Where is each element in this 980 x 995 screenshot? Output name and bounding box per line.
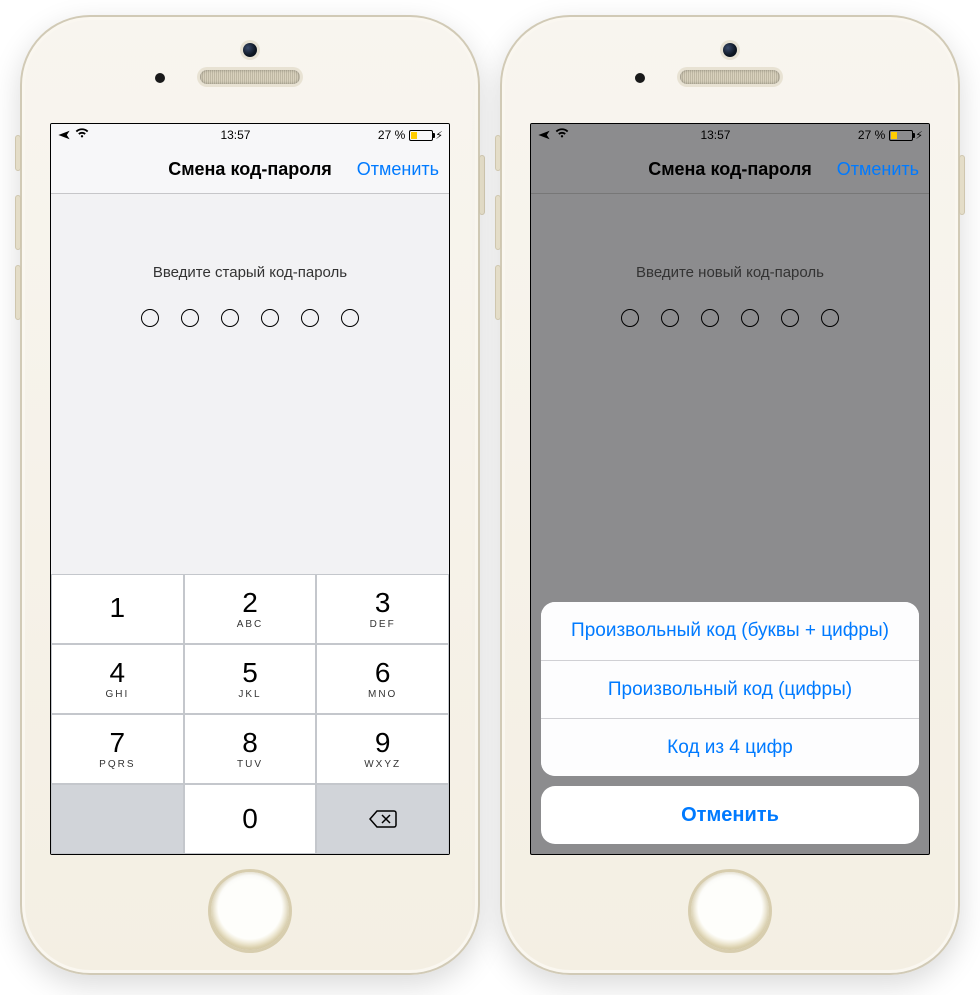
key-1[interactable]: 1 — [51, 574, 184, 644]
key-0[interactable]: 0 — [184, 784, 317, 854]
action-sheet: Произвольный код (буквы + цифры) Произво… — [541, 602, 919, 844]
proximity-sensor — [155, 73, 165, 83]
home-button[interactable] — [691, 872, 769, 950]
status-time: 13:57 — [700, 128, 730, 142]
option-numeric[interactable]: Произвольный код (цифры) — [541, 660, 919, 718]
home-button[interactable] — [211, 872, 289, 950]
passcode-prompt-area: Введите старый код-пароль — [51, 194, 449, 327]
passcode-dot — [621, 309, 639, 327]
passcode-dot — [341, 309, 359, 327]
passcode-dot — [741, 309, 759, 327]
key-5[interactable]: 5JKL — [184, 644, 317, 714]
key-6[interactable]: 6MNO — [316, 644, 449, 714]
backspace-icon — [368, 809, 398, 829]
mute-switch[interactable] — [15, 135, 21, 171]
passcode-prompt-area: Введите новый код-пароль — [531, 194, 929, 327]
earpiece-speaker — [200, 70, 300, 84]
passcode-dot — [781, 309, 799, 327]
nav-bar: Смена код-пароля Отменить — [531, 146, 929, 194]
volume-up-button[interactable] — [495, 195, 501, 250]
battery-icon: ⚡︎ — [407, 129, 443, 142]
airplane-mode-icon — [537, 128, 551, 142]
key-blank — [51, 784, 184, 854]
passcode-prompt: Введите старый код-пароль — [51, 264, 449, 281]
key-8[interactable]: 8TUV — [184, 714, 317, 784]
nav-cancel-button[interactable]: Отменить — [357, 159, 439, 180]
phone-frame-left: 13:57 27 % ⚡︎ Смена код-пароля Отменить … — [20, 15, 480, 975]
status-time: 13:57 — [220, 128, 250, 142]
volume-up-button[interactable] — [15, 195, 21, 250]
passcode-dot — [701, 309, 719, 327]
battery-text: 27 % — [378, 128, 405, 142]
phone-frame-right: 13:57 27 % ⚡︎ Смена код-пароля Отменить … — [500, 15, 960, 975]
passcode-dot — [821, 309, 839, 327]
front-camera — [723, 43, 737, 57]
passcode-dot — [661, 309, 679, 327]
front-camera — [243, 43, 257, 57]
nav-bar: Смена код-пароля Отменить — [51, 146, 449, 194]
battery-text: 27 % — [858, 128, 885, 142]
screen-left: 13:57 27 % ⚡︎ Смена код-пароля Отменить … — [50, 123, 450, 855]
battery-icon: ⚡︎ — [887, 129, 923, 142]
key-9[interactable]: 9WXYZ — [316, 714, 449, 784]
charging-icon: ⚡︎ — [435, 129, 443, 142]
key-3[interactable]: 3DEF — [316, 574, 449, 644]
charging-icon: ⚡︎ — [915, 129, 923, 142]
nav-title: Смена код-пароля — [648, 159, 812, 180]
passcode-dots — [531, 309, 929, 327]
status-bar: 13:57 27 % ⚡︎ — [51, 124, 449, 146]
passcode-dot — [301, 309, 319, 327]
numeric-keypad: 1 2ABC 3DEF 4GHI 5JKL 6MNO 7PQRS 8TUV 9W… — [51, 574, 449, 854]
passcode-dot — [141, 309, 159, 327]
key-4[interactable]: 4GHI — [51, 644, 184, 714]
power-button[interactable] — [479, 155, 485, 215]
passcode-dot — [181, 309, 199, 327]
wifi-icon — [555, 127, 569, 141]
mute-switch[interactable] — [495, 135, 501, 171]
screen-right: 13:57 27 % ⚡︎ Смена код-пароля Отменить … — [530, 123, 930, 855]
volume-down-button[interactable] — [15, 265, 21, 320]
nav-cancel-button[interactable]: Отменить — [837, 159, 919, 180]
key-2[interactable]: 2ABC — [184, 574, 317, 644]
action-sheet-cancel[interactable]: Отменить — [541, 786, 919, 844]
passcode-dot — [261, 309, 279, 327]
power-button[interactable] — [959, 155, 965, 215]
earpiece-speaker — [680, 70, 780, 84]
option-alphanumeric[interactable]: Произвольный код (буквы + цифры) — [541, 602, 919, 660]
key-delete[interactable] — [316, 784, 449, 854]
key-7[interactable]: 7PQRS — [51, 714, 184, 784]
action-sheet-options: Произвольный код (буквы + цифры) Произво… — [541, 602, 919, 776]
passcode-dot — [221, 309, 239, 327]
wifi-icon — [75, 127, 89, 141]
nav-title: Смена код-пароля — [168, 159, 332, 180]
airplane-mode-icon — [57, 128, 71, 142]
passcode-prompt: Введите новый код-пароль — [531, 264, 929, 281]
proximity-sensor — [635, 73, 645, 83]
passcode-dots — [51, 309, 449, 327]
status-bar: 13:57 27 % ⚡︎ — [531, 124, 929, 146]
volume-down-button[interactable] — [495, 265, 501, 320]
option-4digit[interactable]: Код из 4 цифр — [541, 718, 919, 776]
